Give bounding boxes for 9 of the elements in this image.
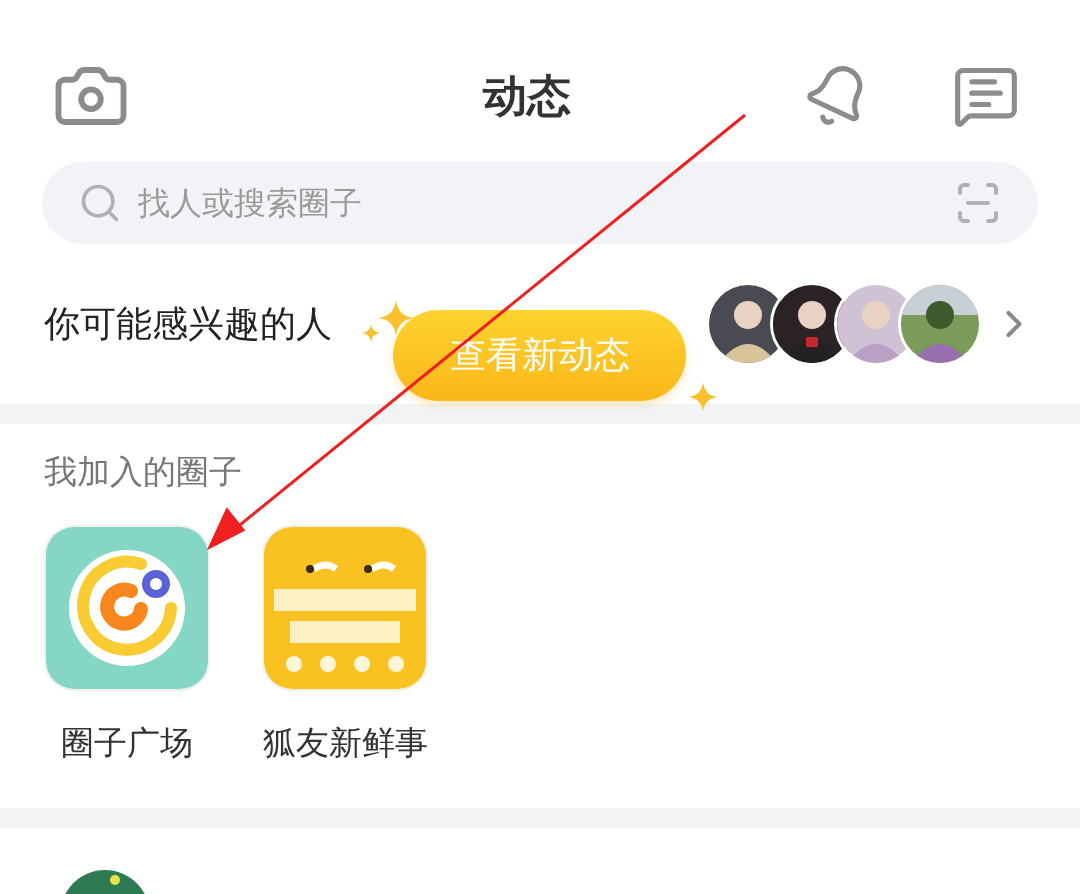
- circle-name[interactable]: 圈子广场: [61, 721, 193, 766]
- search-field[interactable]: 找人或搜索圈子: [136, 183, 940, 223]
- section-title: 我加入的圈子: [43, 451, 243, 493]
- section-title: 你可能感兴趣的人: [44, 301, 332, 346]
- circle-name[interactable]: 狐友新鲜事: [262, 721, 428, 766]
- sparkle-icon: [688, 382, 718, 412]
- circle-logo[interactable]: [46, 527, 208, 689]
- page-title: 动态: [483, 68, 571, 123]
- search-bar[interactable]: 找人或搜索圈子: [42, 162, 1038, 244]
